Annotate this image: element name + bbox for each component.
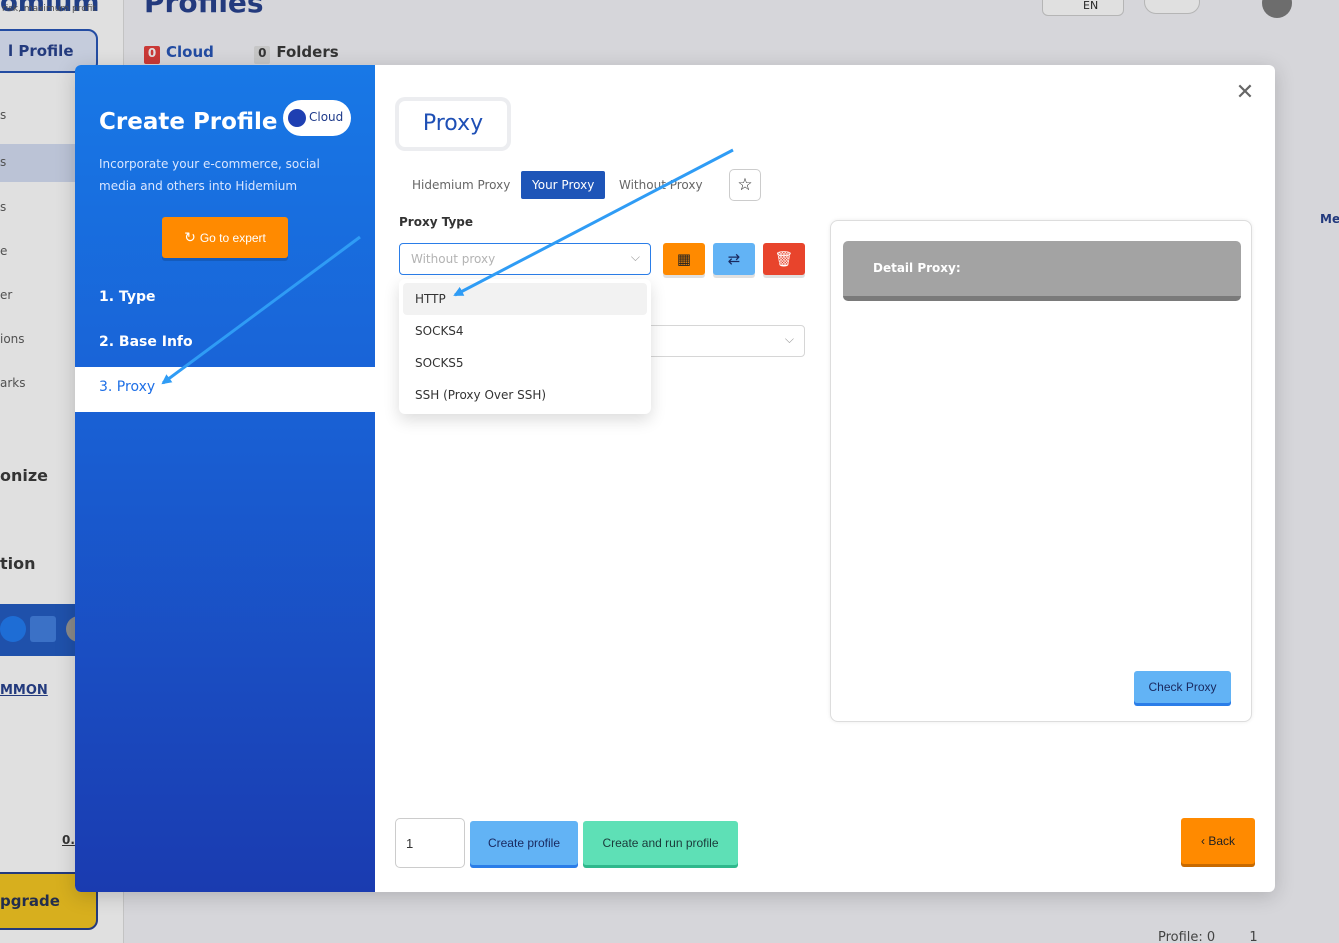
cloud-toggle-label: Cloud: [309, 110, 344, 124]
chevron-down-icon: ⌵: [784, 332, 794, 346]
chevron-down-icon: ⌵: [630, 250, 640, 264]
secondary-select[interactable]: ⌵: [635, 325, 805, 357]
cloud-toggle[interactable]: Cloud: [283, 100, 351, 136]
tab-hidemium-proxy[interactable]: Hidemium Proxy: [401, 171, 521, 199]
proxy-type-dropdown: HTTP SOCKS4 SOCKS5 SSH (Proxy Over SSH): [399, 279, 651, 414]
create-profile-button[interactable]: Create profile: [470, 821, 578, 865]
go-to-expert-button[interactable]: ↻ Go to expert: [162, 217, 288, 258]
toggle-knob: [288, 109, 306, 127]
step-proxy[interactable]: 3. Proxy: [99, 379, 155, 395]
modal-sidebar: Create Profile Cloud Incorporate your e-…: [75, 65, 375, 892]
create-and-run-profile-button[interactable]: Create and run profile: [583, 821, 738, 865]
tab-your-proxy[interactable]: Your Proxy: [521, 171, 606, 199]
create-profile-modal: Create Profile Cloud Incorporate your e-…: [75, 65, 1275, 892]
check-proxy-button[interactable]: Check Proxy: [1134, 671, 1231, 703]
option-http[interactable]: HTTP: [403, 283, 647, 315]
proxy-type-placeholder: Without proxy: [411, 252, 496, 266]
star-icon[interactable]: ☆: [729, 169, 761, 201]
detail-proxy-title: Detail Proxy:: [843, 241, 1241, 301]
tab-without-proxy[interactable]: Without Proxy: [608, 171, 714, 199]
proxy-type-label: Proxy Type: [399, 215, 474, 229]
option-ssh[interactable]: SSH (Proxy Over SSH): [403, 379, 647, 411]
detail-proxy-panel: Detail Proxy: Check Proxy: [830, 220, 1252, 722]
shuffle-icon[interactable]: ⇄: [713, 243, 755, 275]
table-icon[interactable]: ▦: [663, 243, 705, 275]
step-type[interactable]: 1. Type: [99, 289, 155, 305]
back-label: Back: [1208, 834, 1236, 848]
refresh-icon: ↻: [184, 229, 196, 245]
step-base-info[interactable]: 2. Base Info: [99, 334, 193, 350]
modal-content: ✕ Proxy Hidemium Proxy Your Proxy Withou…: [375, 65, 1275, 892]
proxy-type-select[interactable]: Without proxy ⌵: [399, 243, 651, 275]
section-title: Proxy: [399, 101, 507, 147]
modal-description: Incorporate your e-commerce, social medi…: [99, 157, 320, 193]
option-socks4[interactable]: SOCKS4: [403, 315, 647, 347]
option-socks5[interactable]: SOCKS5: [403, 347, 647, 379]
modal-title: Create Profile: [99, 109, 278, 135]
go-to-expert-label: Go to expert: [199, 231, 266, 245]
trash-icon[interactable]: 🗑: [763, 243, 805, 275]
close-icon[interactable]: ✕: [1233, 81, 1257, 105]
profile-quantity-input[interactable]: [395, 818, 465, 868]
back-button[interactable]: ‹ Back: [1181, 818, 1255, 864]
